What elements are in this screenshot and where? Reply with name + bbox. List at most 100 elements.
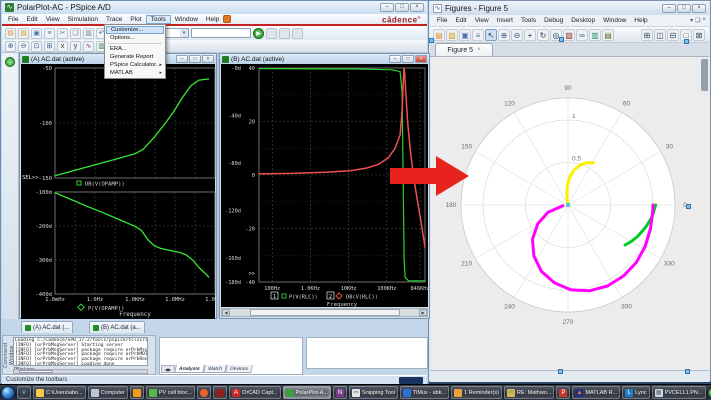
taskbar-item-pspice-polarplot[interactable]: PolarPlot-A... [282,386,332,399]
plot-b-titlebar[interactable]: (B) AC.dat (active) – □ × [220,54,429,64]
undock-icon[interactable]: ⊠ [693,28,705,41]
pan-icon[interactable]: + [524,28,536,41]
menu-desktop[interactable]: Desktop [567,16,599,25]
plot-a-canvas[interactable]: -50 -100 -150 SEL>> -100d -200d -300d -400d DB(V… [21,64,225,319]
taskbar-item-onenote[interactable]: N [333,386,348,399]
menu-item-pspice-calculator---[interactable]: PSpice Calculator... ▸ [106,61,164,69]
rotate-3d-icon[interactable]: ↻ [537,28,549,41]
save-figure-icon[interactable]: ▣ [459,28,471,41]
menu-tools[interactable]: Tools [145,14,171,24]
menu-simulation[interactable]: Simulation [64,15,102,24]
taskbar-item-matlab[interactable]: ▲ MATLAB R... [572,386,621,399]
taskbar-item-reminders[interactable]: 1 Reminder(s) [451,386,502,399]
selection-handle[interactable] [558,369,563,374]
paste-icon[interactable]: ▥ [83,27,94,39]
close-button[interactable]: × [202,55,214,63]
minimize-button[interactable]: – [662,3,676,13]
panel-tab-analysis[interactable]: Analysis [174,365,205,373]
battery-gadget[interactable]: 8:55 [707,387,711,398]
taskbar-item-powerpoint[interactable]: P [556,386,571,399]
link-plot-icon[interactable]: ∞ [576,28,588,41]
taskbar-item-pv-cell[interactable]: PV cell bloc... [145,386,196,399]
menu-item-options---[interactable]: Options... [106,34,164,42]
brush-data-icon[interactable]: ▧ [563,28,575,41]
zoom-out-icon[interactable]: ⊖ [18,40,29,52]
menu-help[interactable]: Help [630,16,651,25]
menu-help[interactable]: Help [202,15,223,24]
figure-tab[interactable]: Figure 5 × [435,43,493,56]
new-file-icon[interactable]: ▤ [5,27,16,39]
menu-window[interactable]: Window [171,15,202,24]
selection-handle[interactable] [684,39,689,44]
undock-icon[interactable]: ❏ [695,17,700,24]
zoom-out-icon[interactable]: ⊖ [511,28,523,41]
zoom-fit-icon[interactable]: ⊞ [44,40,55,52]
simulation-status-icon[interactable] [5,57,15,67]
step-simulation-button[interactable] [292,27,303,39]
taskbar-item-snipping-tool[interactable]: ✂ Snipping Tool [349,386,398,399]
taskbar-item-firefox[interactable] [197,386,212,399]
maximize-button[interactable]: □ [402,55,414,63]
dock-arrow-icon[interactable]: ▾ [690,17,693,24]
run-to-time-field[interactable] [191,28,251,38]
matlab-titlebar[interactable]: ∿ Figures - Figure 5 – □ × [430,1,709,15]
tile-rows-icon[interactable]: ⊟ [667,28,679,41]
taskbar-item-explorer-users[interactable]: C:\Users\abo... [33,386,86,399]
save-icon[interactable]: ▣ [31,27,42,39]
taskbar-item-app-orange[interactable] [129,386,144,399]
insert-colorbar-icon[interactable]: ▥ [589,28,601,41]
maximize-button[interactable]: □ [189,55,201,63]
taskbar-item-computer[interactable]: Computer [87,386,128,399]
command-log[interactable]: Loading c:/Cadence/SPB_17.2/tools/pspice… [13,337,148,366]
menu-debug[interactable]: Debug [540,16,567,25]
new-figure-icon[interactable]: ▤ [433,28,445,41]
cadence-help-icon[interactable] [223,15,232,23]
close-button[interactable]: × [692,3,706,13]
panel-tab-watch[interactable]: Watch [202,365,227,373]
menu-item-generate-report[interactable]: Generate Report [106,53,164,61]
taskbar-item-outlook-mail[interactable]: ✉ RE: Mathwo... [503,386,555,399]
menu-item-era---[interactable]: ERA... [106,45,164,53]
taskbar-item-image-pvcell1[interactable]: ▦ PVCELL1.PN... [651,386,706,399]
command-scrollbar[interactable] [13,369,148,374]
menu-edit[interactable]: Edit [22,15,41,24]
menu-window[interactable]: Window [599,16,630,25]
maximize-button[interactable]: □ [395,3,409,12]
tab-plot-a[interactable]: (A) AC.dat (... [21,321,74,333]
menu-edit[interactable]: Edit [451,16,470,25]
selection-handle[interactable] [685,369,690,374]
selection-handle[interactable] [559,37,564,42]
print-icon[interactable]: ≡ [44,27,55,39]
zoom-in-icon[interactable]: ⊕ [498,28,510,41]
taskbar-item-internet-explorer[interactable]: e [17,386,31,399]
scrollbar-thumb[interactable] [250,309,400,316]
menu-view[interactable]: View [42,15,64,24]
selection-handle[interactable] [686,204,691,209]
menu-item-matlab[interactable]: MATLAB ▸ [106,69,164,77]
minimize-button[interactable]: – [176,55,188,63]
log-x-icon[interactable]: x [57,40,68,52]
scroll-right-arrow[interactable]: ▶ [419,309,427,316]
menu-file[interactable]: File [433,16,451,25]
menu-plot[interactable]: Plot [126,15,145,24]
open-file-icon[interactable]: ▨ [18,27,29,39]
close-button[interactable]: × [410,3,424,12]
zoom-area-icon[interactable]: ⊡ [31,40,42,52]
stop-simulation-button[interactable] [279,27,290,39]
insert-legend-icon[interactable]: ▤ [602,28,614,41]
run-simulation-button[interactable]: ▶ [253,27,264,39]
maximize-button[interactable]: □ [677,3,691,13]
taskbar-item-app-red[interactable] [213,386,228,399]
menu-tools[interactable]: Tools [517,16,540,25]
close-button[interactable]: × [415,55,427,63]
taskbar-item-lync[interactable]: L Lync [622,386,650,399]
log-y-icon[interactable]: y [70,40,81,52]
tile-columns-icon[interactable]: ◫ [654,28,666,41]
plot-b-horizontal-scrollbar[interactable]: ◀ ▶ [221,308,428,317]
panel-close-icon[interactable]: × [702,17,706,24]
pause-simulation-button[interactable] [266,27,277,39]
menu-item-customize---[interactable]: Customize... [106,26,164,34]
tab-scroll-left[interactable]: ◀▶ [161,365,175,373]
cut-icon[interactable]: ✂ [57,27,68,39]
minimize-button[interactable]: – [380,3,394,12]
